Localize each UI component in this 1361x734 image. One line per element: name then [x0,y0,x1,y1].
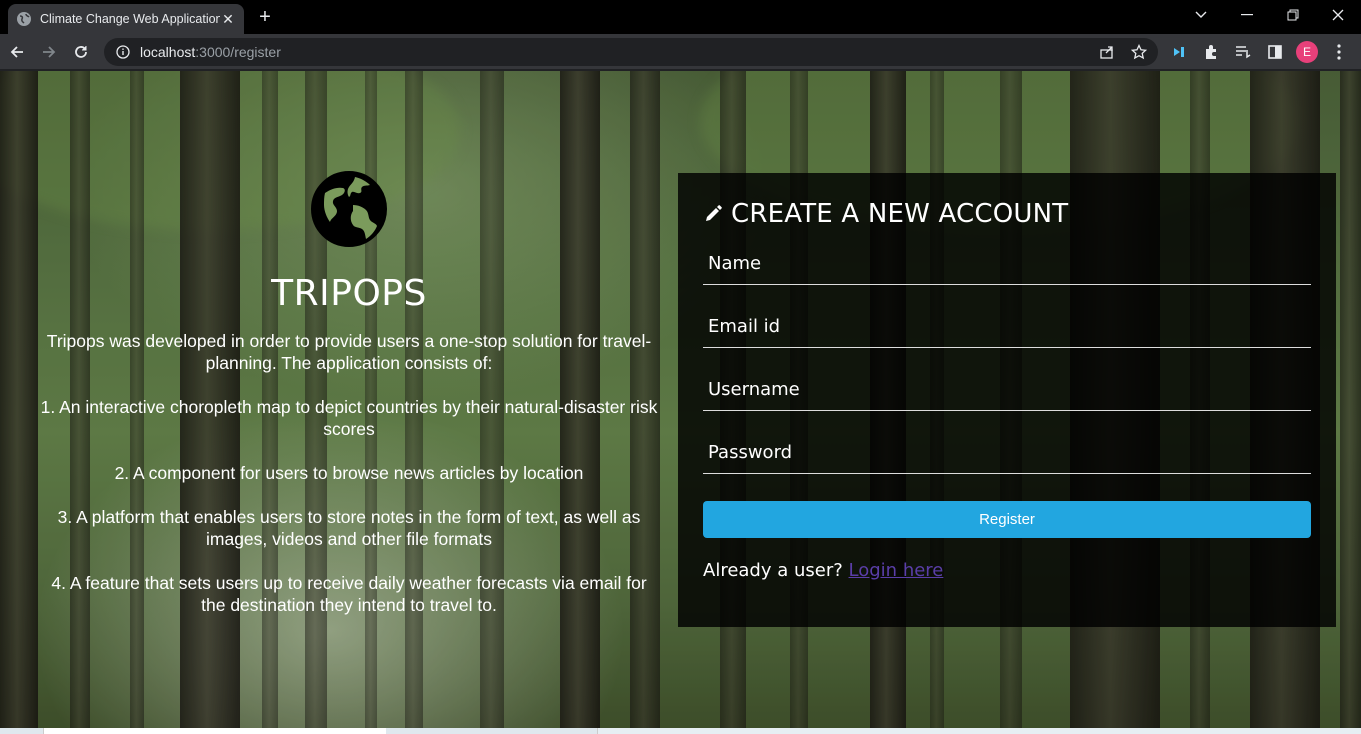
url-path: :3000/register [195,44,281,60]
feature-item: 2. A component for users to browse news … [114,463,584,483]
username-field[interactable] [703,375,1311,411]
reading-list-icon[interactable] [1233,42,1253,62]
password-field[interactable] [703,438,1311,474]
address-bar[interactable]: localhost:3000/register [104,38,1158,66]
side-panel-icon[interactable] [1265,42,1285,62]
feature-item: 3. A platform that enables users to stor… [57,507,641,549]
close-window-icon[interactable] [1315,0,1361,30]
browser-toolbar: localhost:3000/register E [0,34,1361,70]
browser-tab[interactable]: Climate Change Web Application ✕ [8,4,244,34]
tab-close-icon[interactable]: ✕ [220,11,236,27]
reload-icon[interactable] [69,40,93,64]
share-icon[interactable] [1098,43,1116,61]
puzzle-extensions-icon[interactable] [1201,42,1221,62]
register-page: TRIPOPS Tripops was developed in order t… [0,71,1361,728]
profile-avatar[interactable]: E [1296,41,1318,63]
minimize-icon[interactable] [1224,0,1270,30]
restore-icon[interactable] [1270,0,1316,30]
bottom-strip [0,728,1361,734]
browser-tab-bar: Climate Change Web Application ✕ + [0,0,1361,34]
form-title: CREATE A NEW ACCOUNT [731,199,1069,229]
intro-section: TRIPOPS Tripops was developed in order t… [40,171,658,638]
feature-item: 1. An interactive choropleth map to depi… [40,397,658,439]
url-host: localhost [140,44,196,60]
pencil-icon [703,204,723,224]
forward-icon[interactable] [37,40,61,64]
tab-title: Climate Change Web Application [40,12,220,26]
login-prompt: Already a user? Login here [703,560,1311,581]
name-field[interactable] [703,249,1311,285]
back-icon[interactable] [5,40,29,64]
login-link[interactable]: Login here [849,560,944,581]
login-prompt-text: Already a user? [703,560,843,581]
feature-item: 4. A feature that sets users up to recei… [51,573,647,615]
site-info-icon[interactable] [116,45,130,59]
email-field[interactable] [703,312,1311,348]
form-heading: CREATE A NEW ACCOUNT [703,199,1311,229]
new-tab-button[interactable]: + [254,6,276,28]
intro-description: Tripops was developed in order to provid… [46,331,652,373]
register-button[interactable]: Register [703,501,1311,538]
globe-favicon-icon [16,11,32,27]
bookmark-star-icon[interactable] [1130,43,1148,61]
globe-icon [311,171,387,247]
brand-title: TRIPOPS [271,273,427,314]
extension-icon[interactable] [1170,42,1190,62]
more-menu-icon[interactable] [1329,42,1349,62]
register-form-panel: CREATE A NEW ACCOUNT Register Already a … [678,173,1336,627]
tab-search-icon[interactable] [1178,0,1224,30]
